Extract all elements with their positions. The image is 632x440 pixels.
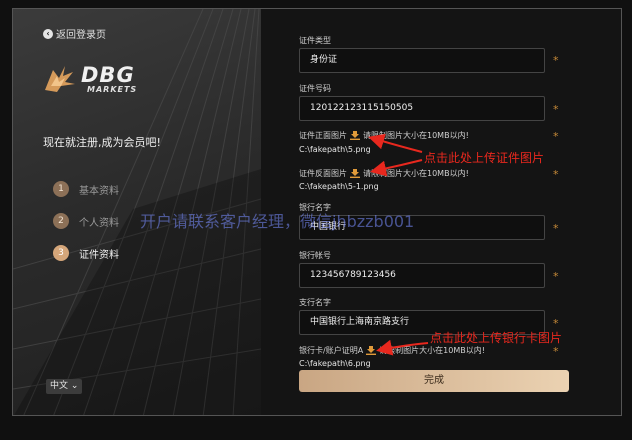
id-front-hint: 请限制图片大小在10MB以内! (363, 131, 469, 140)
step-label: 基本资料 (79, 185, 119, 197)
step-document-info: 3 证件资料 (53, 237, 119, 269)
required-star: * (553, 103, 559, 116)
step-personal-info: 2 个人资料 (53, 205, 119, 237)
id-front-path: C:\fakepath\5.png (299, 145, 371, 154)
logo: DBG MARKETS (43, 64, 137, 94)
upload-icon[interactable] (350, 131, 360, 140)
step-label: 个人资料 (79, 217, 119, 229)
bank-card-path: C:\fakepath\6.png (299, 359, 371, 368)
id-type-select[interactable]: 身份证 (299, 48, 545, 73)
chevron-left-icon: ‹ (43, 28, 53, 39)
complete-button[interactable]: 完成 (299, 370, 569, 392)
required-star: * (553, 54, 559, 67)
id-back-path: C:\fakepath\5-1.png (299, 182, 379, 191)
required-star: * (553, 345, 559, 358)
id-upload-annotation: 点击此处上传证件图片 (424, 151, 545, 165)
back-label: 返回登录页 (56, 30, 106, 41)
join-heading: 现在就注册,成为会员吧! (43, 136, 161, 149)
step-list: 1 基本资料 2 个人资料 3 证件资料 (53, 173, 119, 269)
back-to-login-link[interactable]: ‹ 返回登录页 (43, 26, 106, 41)
upload-icon[interactable] (350, 169, 360, 178)
watermark: 开户请联系客户经理，微信jhbzzb001 (140, 212, 415, 231)
dragon-logo-icon (45, 66, 75, 92)
step-label: 证件资料 (79, 249, 119, 261)
language-label: 中文 (50, 381, 69, 391)
id-back-label: 证件反面图片 (299, 169, 347, 178)
required-star: * (553, 222, 559, 235)
bank-account-field[interactable]: 123456789123456 (299, 263, 545, 288)
step-number: 2 (53, 213, 69, 229)
bank-upload-annotation: 点击此处上传银行卡图片 (430, 331, 563, 345)
chevron-down-icon: ⌄ (70, 381, 79, 391)
id-front-label: 证件正面图片 (299, 131, 347, 140)
language-selector[interactable]: 中文 ⌄ (46, 379, 83, 394)
bank-card-upload[interactable]: 银行卡/账户证明A 请限制图片大小在10MB以内! (299, 345, 485, 356)
id-back-upload[interactable]: 证件反面图片 请限制图片大小在10MB以内! (299, 168, 469, 179)
step-basic-info: 1 基本资料 (53, 173, 119, 205)
logo-subtext: MARKETS (87, 84, 138, 94)
step-number: 1 (53, 181, 69, 197)
step-number: 3 (53, 245, 69, 261)
id-front-upload[interactable]: 证件正面图片 请限制图片大小在10MB以内! (299, 130, 469, 141)
id-number-label: 证件号码 (299, 84, 331, 93)
branch-name-label: 支行名字 (299, 298, 331, 307)
id-type-label: 证件类型 (299, 36, 331, 45)
bank-card-hint: 请限制图片大小在10MB以内! (379, 346, 485, 355)
id-back-hint: 请限制图片大小在10MB以内! (363, 169, 469, 178)
upload-icon[interactable] (366, 346, 377, 355)
bank-card-label: 银行卡/账户证明A (299, 346, 364, 355)
required-star: * (553, 130, 559, 143)
bank-account-label: 银行帐号 (299, 251, 331, 260)
logo-text: DBG (81, 62, 135, 87)
id-number-field[interactable]: 120122123115150505 (299, 96, 545, 121)
required-star: * (553, 270, 559, 283)
required-star: * (553, 168, 559, 181)
